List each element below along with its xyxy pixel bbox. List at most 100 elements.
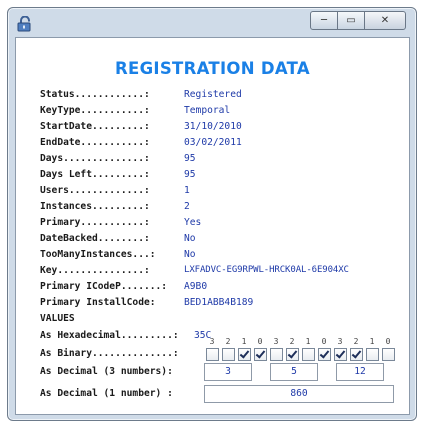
bit-checkbox[interactable] bbox=[205, 348, 219, 361]
bit-checkbox[interactable] bbox=[221, 348, 235, 361]
field-value: No bbox=[184, 233, 196, 244]
registration-window: ─ ▭ ✕ REGISTRATION DATA Status..........… bbox=[7, 7, 417, 421]
client-area: REGISTRATION DATA Status............: Reg… bbox=[15, 37, 410, 415]
field-label: Days Left.........: bbox=[40, 169, 150, 180]
bit-number: 0 bbox=[257, 337, 263, 346]
close-icon: ✕ bbox=[380, 15, 390, 26]
field-value: BED1ABB4B189 bbox=[184, 297, 254, 308]
bit-column: 3 bbox=[268, 337, 284, 361]
field-label: Users.............: bbox=[40, 185, 150, 196]
bit-number: 2 bbox=[353, 337, 359, 346]
bit-checkbox[interactable] bbox=[285, 348, 299, 361]
decimal-box-1: 3 bbox=[204, 363, 252, 381]
field-label: Key...............: bbox=[40, 265, 150, 276]
binary-label-row: As Binary..............: bbox=[40, 348, 179, 362]
field-label: Primary...........: bbox=[40, 217, 150, 228]
field-label: TooManyInstances...: bbox=[40, 249, 156, 260]
maximize-icon: ▭ bbox=[346, 15, 356, 26]
bit-number: 1 bbox=[305, 337, 311, 346]
bit-column: 3 bbox=[332, 337, 348, 361]
field-value: No bbox=[184, 249, 196, 260]
bit-column: 1 bbox=[364, 337, 380, 361]
field-days: Days..............: 95 bbox=[40, 153, 196, 167]
decimal-box-2: 5 bbox=[270, 363, 318, 381]
bit-column: 3 bbox=[204, 337, 220, 361]
values-heading: VALUES bbox=[40, 313, 75, 327]
bit-checkbox[interactable] bbox=[237, 348, 251, 361]
field-primary-installcode: Primary InstallCode: BED1ABB4B189 bbox=[40, 297, 253, 311]
field-label: Days..............: bbox=[40, 153, 150, 164]
field-enddate: EndDate...........: 03/02/2011 bbox=[40, 137, 242, 151]
bit-checkbox[interactable] bbox=[269, 348, 283, 361]
field-label: EndDate...........: bbox=[40, 137, 150, 148]
bit-checkbox[interactable] bbox=[349, 348, 363, 361]
field-startdate: StartDate.........: 31/10/2010 bbox=[40, 121, 242, 135]
close-button[interactable]: ✕ bbox=[364, 11, 406, 30]
bit-number: 1 bbox=[369, 337, 375, 346]
bit-column: 2 bbox=[348, 337, 364, 361]
section-heading: VALUES bbox=[40, 313, 75, 324]
field-key: Key...............: LXFADVC-EG9RPWL-HRCK0… bbox=[40, 265, 349, 279]
field-users: Users.............: 1 bbox=[40, 185, 190, 199]
field-hexadecimal: As Hexadecimal.........: 35C bbox=[40, 330, 211, 344]
bit-checkbox[interactable] bbox=[317, 348, 331, 361]
field-value: Temporal bbox=[184, 105, 231, 116]
bit-column: 1 bbox=[300, 337, 316, 361]
field-value: 31/10/2010 bbox=[184, 121, 242, 132]
field-instances: Instances.........: 2 bbox=[40, 201, 190, 215]
bit-number: 2 bbox=[289, 337, 295, 346]
field-value: 95 bbox=[184, 169, 196, 180]
bit-column: 0 bbox=[380, 337, 396, 361]
bit-number: 1 bbox=[241, 337, 247, 346]
field-value: 95 bbox=[184, 153, 196, 164]
field-primary-icodep: Primary ICodeP.......: A9B0 bbox=[40, 281, 207, 295]
decimal3-label-row: As Decimal (3 numbers): bbox=[40, 366, 173, 380]
bit-column: 0 bbox=[316, 337, 332, 361]
binary-bits: 3 2 1 0 3 2 1 0 3 2 1 0 bbox=[204, 337, 396, 361]
field-value: Yes bbox=[184, 217, 202, 228]
field-datebacked: DateBacked........: No bbox=[40, 233, 196, 247]
field-label: Status............: bbox=[40, 89, 150, 100]
bit-number: 3 bbox=[273, 337, 279, 346]
field-value: A9B0 bbox=[184, 281, 208, 292]
field-status: Status............: Registered bbox=[40, 89, 242, 103]
minimize-icon: ─ bbox=[320, 15, 328, 26]
bit-column: 1 bbox=[236, 337, 252, 361]
field-label: StartDate.........: bbox=[40, 121, 150, 132]
field-label: As Decimal (1 number) : bbox=[40, 388, 173, 399]
bit-column: 0 bbox=[252, 337, 268, 361]
field-value: Registered bbox=[184, 89, 242, 100]
field-label: DateBacked........: bbox=[40, 233, 150, 244]
bit-number: 0 bbox=[385, 337, 391, 346]
bit-checkbox[interactable] bbox=[253, 348, 267, 361]
field-value: 03/02/2011 bbox=[184, 137, 242, 148]
bit-column: 2 bbox=[284, 337, 300, 361]
field-keytype: KeyType...........: Temporal bbox=[40, 105, 230, 119]
bit-number: 2 bbox=[225, 337, 231, 346]
decimal-single-box: 860 bbox=[204, 385, 394, 403]
bit-checkbox[interactable] bbox=[381, 348, 395, 361]
title-bar[interactable]: ─ ▭ ✕ bbox=[8, 8, 416, 38]
bit-checkbox[interactable] bbox=[333, 348, 347, 361]
field-label: As Binary..............: bbox=[40, 348, 179, 359]
lock-icon bbox=[17, 16, 31, 32]
field-label: As Hexadecimal.........: bbox=[40, 330, 179, 341]
field-label: Primary ICodeP.......: bbox=[40, 281, 168, 292]
field-toomanyinstances: TooManyInstances...: No bbox=[40, 249, 196, 263]
field-label: Instances.........: bbox=[40, 201, 150, 212]
bit-number: 3 bbox=[209, 337, 215, 346]
field-value: 1 bbox=[184, 185, 190, 196]
maximize-button[interactable]: ▭ bbox=[338, 11, 364, 30]
bit-checkbox[interactable] bbox=[365, 348, 379, 361]
bit-checkbox[interactable] bbox=[301, 348, 315, 361]
field-label: As Decimal (3 numbers): bbox=[40, 366, 173, 377]
decimal-box-3: 12 bbox=[336, 363, 384, 381]
bit-number: 0 bbox=[321, 337, 327, 346]
minimize-button[interactable]: ─ bbox=[310, 11, 338, 30]
field-label: Primary InstallCode: bbox=[40, 297, 156, 308]
decimal1-label-row: As Decimal (1 number) : bbox=[40, 388, 173, 402]
field-days-left: Days Left.........: 95 bbox=[40, 169, 196, 183]
field-label: KeyType...........: bbox=[40, 105, 150, 116]
bit-column: 2 bbox=[220, 337, 236, 361]
field-value: 2 bbox=[184, 201, 190, 212]
